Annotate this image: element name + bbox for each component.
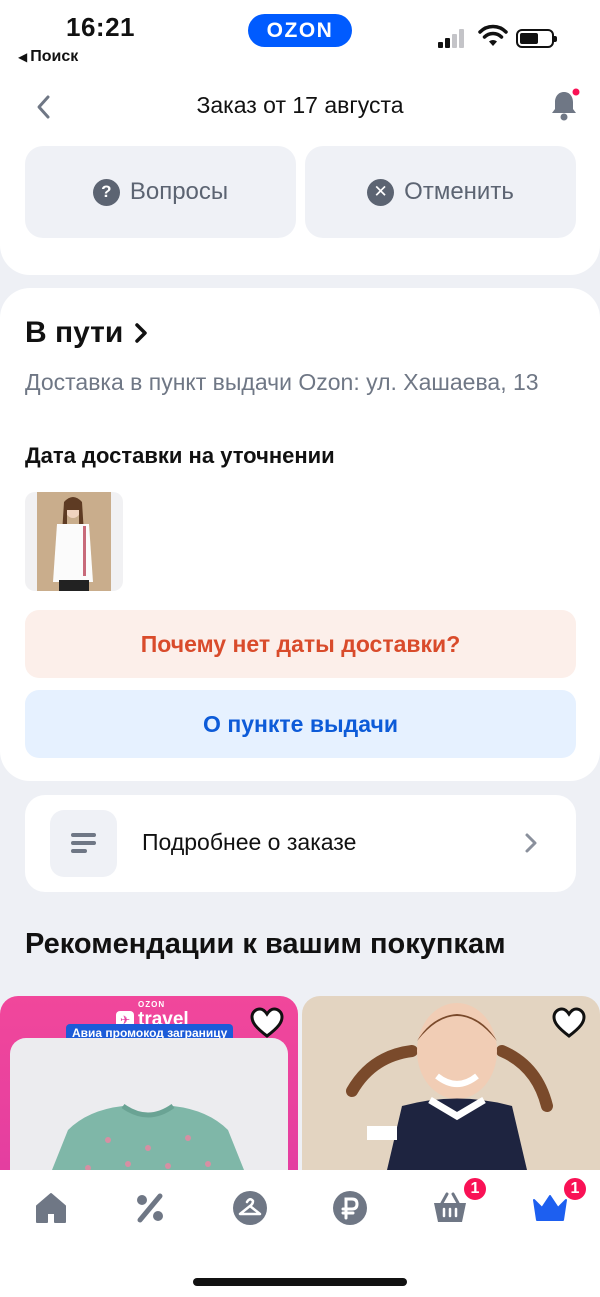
order-header: Заказ от 17 августа xyxy=(0,78,600,138)
hanger-icon xyxy=(233,1191,267,1225)
questions-button[interactable]: ? Вопросы xyxy=(25,146,296,238)
travel-logo-small: OZON xyxy=(138,1000,166,1009)
question-icon: ? xyxy=(92,178,120,206)
cancel-label: Отменить xyxy=(404,178,514,205)
back-to-app-link[interactable]: ◀ Поиск xyxy=(18,48,78,66)
delivery-date-note: Дата доставки на уточнении xyxy=(25,443,335,468)
tab-home[interactable] xyxy=(31,1188,71,1228)
cellular-signal-icon xyxy=(438,28,468,48)
close-icon: ✕ xyxy=(367,178,395,206)
tab-fashion[interactable] xyxy=(230,1188,270,1228)
questions-label: Вопросы xyxy=(129,178,229,205)
tab-profile[interactable]: 1 xyxy=(530,1176,588,1228)
battery-icon xyxy=(516,29,557,48)
wifi-icon xyxy=(478,24,508,46)
clock: 16:21 xyxy=(66,12,135,42)
details-icon-box xyxy=(50,810,117,877)
page-title: Заказ от 17 августа xyxy=(196,92,404,118)
lines-icon xyxy=(71,833,96,853)
ruble-icon xyxy=(333,1191,367,1225)
sweater-image xyxy=(52,1103,244,1170)
tab-finance[interactable] xyxy=(330,1188,370,1228)
details-label: Подробнее о заказе xyxy=(142,829,357,855)
shipment-status: В пути xyxy=(25,316,124,349)
product-image xyxy=(332,996,582,1170)
back-to-app-label: Поиск xyxy=(30,48,79,65)
chevron-right-icon xyxy=(525,833,537,853)
bell-icon[interactable] xyxy=(548,88,580,122)
recommendations-title: Рекомендации к вашим покупкам xyxy=(25,928,506,960)
heart-icon[interactable] xyxy=(551,1006,587,1040)
delivery-address: Доставка в пункт выдачи Ozon: ул. Хашаев… xyxy=(25,369,539,395)
recommendation-card[interactable]: OZON ✈ travel Авиа промокод заграницу xyxy=(0,996,298,1170)
order-details-row[interactable]: Подробнее о заказе xyxy=(25,795,576,892)
ozon-logo: OZON xyxy=(248,14,352,47)
profile-badge: 1 xyxy=(562,1176,588,1202)
home-indicator xyxy=(193,1278,407,1286)
percent-icon xyxy=(137,1193,163,1223)
product-thumbnail[interactable] xyxy=(25,492,123,591)
order-actions-card: ? Вопросы ✕ Отменить xyxy=(0,130,600,275)
shipment-card: В пути Доставка в пункт выдачи Ozon: ул.… xyxy=(0,288,600,781)
tab-discounts[interactable] xyxy=(130,1188,170,1228)
chevron-right-icon xyxy=(135,323,148,343)
home-icon xyxy=(36,1193,66,1223)
recommendation-card[interactable] xyxy=(302,996,600,1170)
status-bar: 16:21 ◀ Поиск OZON xyxy=(0,0,600,78)
shipment-status-link[interactable]: В пути xyxy=(25,316,149,350)
heart-icon[interactable] xyxy=(249,1006,285,1040)
why-no-date-button[interactable]: Почему нет даты доставки? xyxy=(25,610,576,678)
pickup-point-info-button[interactable]: О пункте выдачи xyxy=(25,690,576,758)
product-image xyxy=(37,492,111,591)
cancel-button[interactable]: ✕ Отменить xyxy=(305,146,576,238)
cart-badge: 1 xyxy=(462,1176,488,1202)
back-triangle-icon: ◀ xyxy=(18,50,28,64)
tab-cart[interactable]: 1 xyxy=(430,1176,488,1228)
